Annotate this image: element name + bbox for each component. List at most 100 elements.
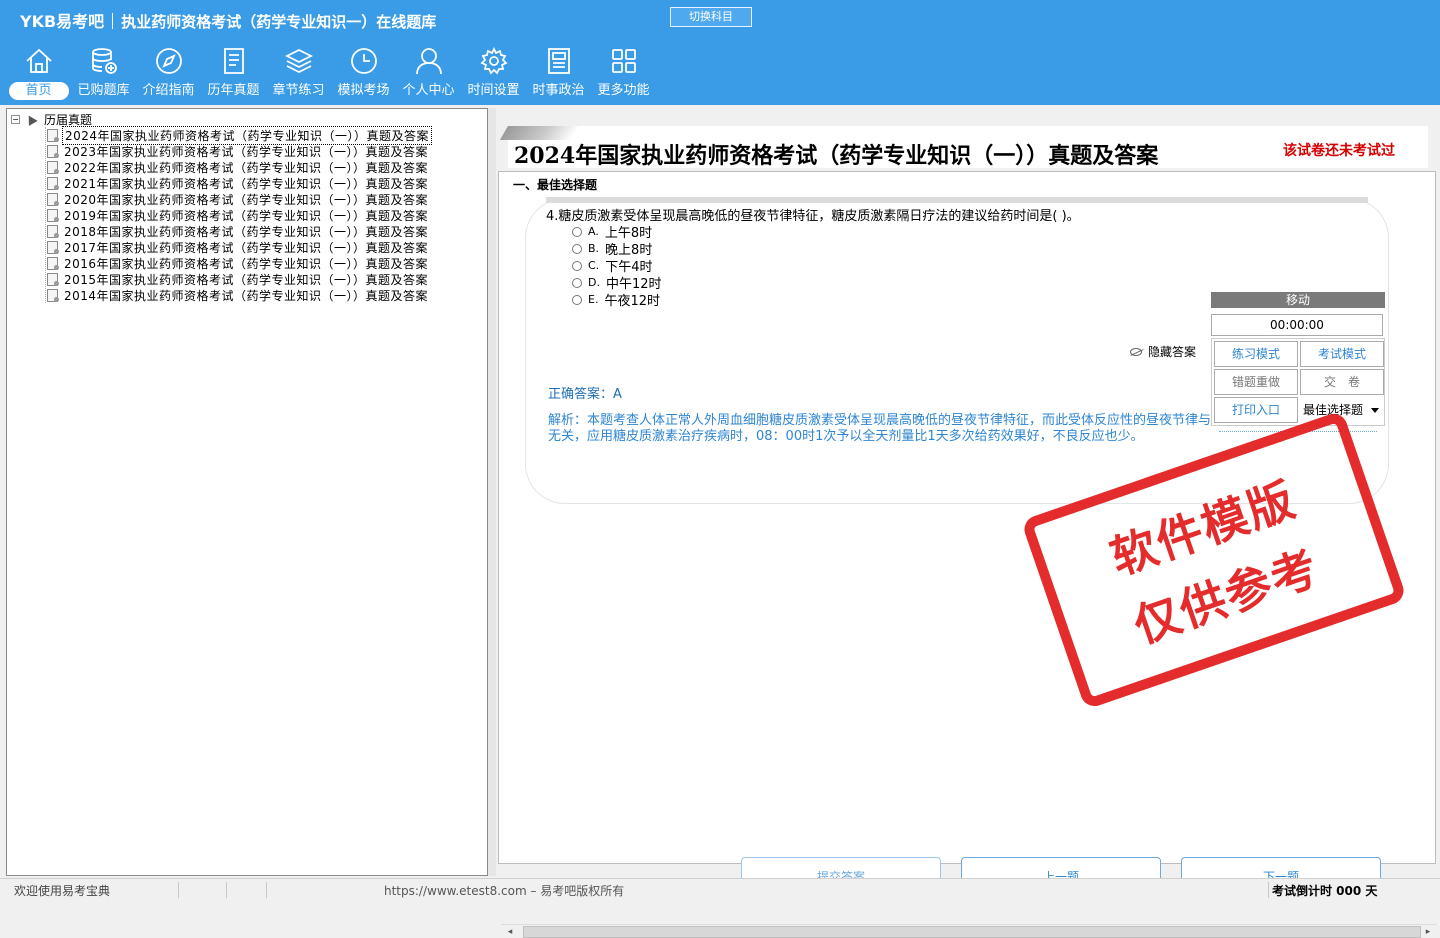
option-a[interactable]: A. 上午8时 [572,223,662,241]
nav-more-functions[interactable]: 更多功能 [591,46,656,104]
tree-item[interactable]: 2019年国家执业药师资格考试（药学专业知识（一））真题及答案 [41,207,432,223]
option-e[interactable]: E. 午夜12时 [572,291,662,309]
status-separator [178,882,179,898]
nav-time-label: 时间设置 [467,83,520,98]
exam-content: 2024年国家执业药师资格考试（药学专业知识（一））真题及答案 该试卷还未考试过… [496,108,1440,938]
tree-item-label: 2017年国家执业药师资格考试（药学专业知识（一））真题及答案 [64,240,429,255]
tree-item[interactable]: 2023年国家执业药师资格考试（药学专业知识（一））真题及答案 [41,143,432,159]
scrollbar-thumb[interactable] [523,926,1421,938]
exam-doc-icon [47,224,59,238]
tree-item[interactable]: 2020年国家执业药师资格考试（药学专业知识（一））真题及答案 [41,191,432,207]
nav-guide-label: 介绍指南 [142,83,195,98]
tree-item[interactable]: 2024年国家执业药师资格考试（药学专业知识（一））真题及答案 [41,125,433,145]
home-icon [25,48,52,73]
option-c[interactable]: C. 下午4时 [572,257,662,275]
nav-guide[interactable]: 介绍指南 [136,46,201,104]
top-header: YKB易考吧 执业药师资格考试（药学专业知识一）在线题库 切换科目 首页 已购题库… [0,0,1440,105]
status-separator [1268,882,1269,898]
layers-icon [284,48,313,74]
tree-item-label: 2016年国家执业药师资格考试（药学专业知识（一））真题及答案 [64,256,429,271]
exam-doc-icon [47,208,59,222]
exam-title-bar: 2024年国家执业药师资格考试（药学专业知识（一））真题及答案 该试卷还未考试过 [499,126,1428,169]
redo-wrong-button[interactable]: 错题重做 [1214,369,1298,395]
switch-subject-button[interactable]: 切换科目 [670,7,752,27]
document-list-icon [223,48,244,74]
tree-item[interactable]: 2017年国家执业药师资格考试（药学专业知识（一））真题及答案 [41,239,432,255]
print-entry-button[interactable]: 打印入口 [1214,397,1298,423]
database-icon [91,48,117,74]
option-b[interactable]: B. 晚上8时 [572,240,662,258]
exam-doc-icon [47,256,59,270]
tree-item[interactable]: 2016年国家执业药师资格考试（药学专业知识（一））真题及答案 [41,255,432,271]
section-header: 一、最佳选择题 [513,178,598,192]
option-key: C. [588,259,600,272]
radio-icon[interactable] [572,294,582,305]
tree-item[interactable]: 2014年国家执业药师资格考试（药学专业知识（一））真题及答案 [41,287,432,303]
answer-options: A. 上午8时 B. 晚上8时 C. 下午4时 D. 中午12时 E. 午夜12时 [572,223,662,309]
tree-item[interactable]: 2022年国家执业药师资格考试（药学专业知识（一））真题及答案 [41,159,432,175]
collapse-icon[interactable]: − [11,114,20,124]
tree-item[interactable]: 2021年国家执业药师资格考试（药学专业知识（一））真题及答案 [41,175,432,191]
correct-answer: 正确答案：A [548,387,622,402]
nav-current-affairs[interactable]: 时事政治 [526,46,591,104]
submit-paper-button[interactable]: 交 卷 [1300,369,1384,395]
status-separator [226,882,227,898]
status-bar: 欢迎使用易考宝典 https://www.etest8.com – 易考吧版权所… [0,878,1440,900]
tree-list: 2024年国家执业药师资格考试（药学专业知识（一））真题及答案 2023年国家执… [41,125,433,303]
newspaper-icon [547,48,570,74]
nav-home[interactable]: 首页 [6,46,71,104]
nav-time-settings[interactable]: 时间设置 [461,46,526,104]
exam-doc-icon [47,176,59,190]
tree-item[interactable]: 2018年国家执业药师资格考试（药学专业知识（一））真题及答案 [41,223,432,239]
nav-past-exams-label: 历年真题 [207,83,260,98]
nav-home-label: 首页 [8,82,69,100]
grid-icon [611,49,636,73]
nav-past-exams[interactable]: 历年真题 [201,46,266,104]
timer-display: 00:00:00 [1211,314,1383,336]
tree-item-label: 2014年国家执业药师资格考试（药学专业知识（一））真题及答案 [64,288,429,303]
pane-splitter[interactable] [488,108,496,876]
hide-answer-toggle[interactable]: 隐藏答案 [1130,343,1196,360]
timer-widget: 移动 00:00:00 练习模式 考试模式 错题重做 交 卷 打印入口 最佳选择… [1211,292,1385,446]
horizontal-scrollbar[interactable]: ◂ ▸ [501,924,1437,938]
nav-personal-center[interactable]: 个人中心 [396,46,461,104]
radio-icon[interactable] [572,277,582,288]
tree-item[interactable]: 2015年国家执业药师资格考试（药学专业知识（一））真题及答案 [41,271,432,287]
radio-icon[interactable] [572,260,582,271]
exam-doc-icon [47,128,59,142]
tree-item-label: 2019年国家执业药师资格考试（药学专业知识（一））真题及答案 [64,208,429,223]
status-welcome: 欢迎使用易考宝典 [14,884,111,898]
radio-icon[interactable] [572,243,582,254]
nav-chapter-practice[interactable]: 章节练习 [266,46,331,104]
tree-item-label: 2021年国家执业药师资格考试（药学专业知识（一））真题及答案 [64,176,429,191]
move-handle[interactable]: 移动 [1211,292,1385,308]
exam-doc-icon [47,288,59,302]
window-title: 执业药师资格考试（药学专业知识一）在线题库 [121,13,437,31]
practice-mode-button[interactable]: 练习模式 [1214,341,1298,367]
hide-answer-label: 隐藏答案 [1148,345,1197,359]
exam-tree-pane[interactable]: − 历届真题 2024年国家执业药师资格考试（药学专业知识（一））真题及答案 2… [6,108,488,876]
exam-doc-icon [47,240,59,254]
exam-title: 2024年国家执业药师资格考试（药学专业知识（一））真题及答案 [514,143,1159,169]
exam-mode-button[interactable]: 考试模式 [1300,341,1384,367]
radio-icon[interactable] [572,226,582,237]
clock-icon [350,48,377,74]
option-text: 午夜12时 [604,294,660,309]
nav-purchased-banks[interactable]: 已购题库 [71,46,136,104]
nav-purchased-label: 已购题库 [77,83,130,98]
nav-affairs-label: 时事政治 [532,83,585,98]
scroll-left-icon[interactable]: ◂ [503,927,517,937]
option-d[interactable]: D. 中午12时 [572,274,662,292]
scroll-right-icon[interactable]: ▸ [1421,927,1435,937]
brand-logo: YKB易考吧 [20,12,105,31]
option-key: A. [588,225,599,238]
eye-off-icon [1130,347,1142,356]
gear-icon [479,46,508,75]
mode-buttons: 练习模式 考试模式 错题重做 交 卷 打印入口 最佳选择题 [1211,338,1385,426]
nav-mock-exam[interactable]: 模拟考场 [331,46,396,104]
exam-status: 该试卷还未考试过 [1283,143,1395,159]
option-key: D. [588,276,600,289]
exam-doc-icon [47,192,59,206]
tree-item-label: 2022年国家执业药师资格考试（药学专业知识（一））真题及答案 [64,160,429,175]
option-key: E. [588,293,599,306]
